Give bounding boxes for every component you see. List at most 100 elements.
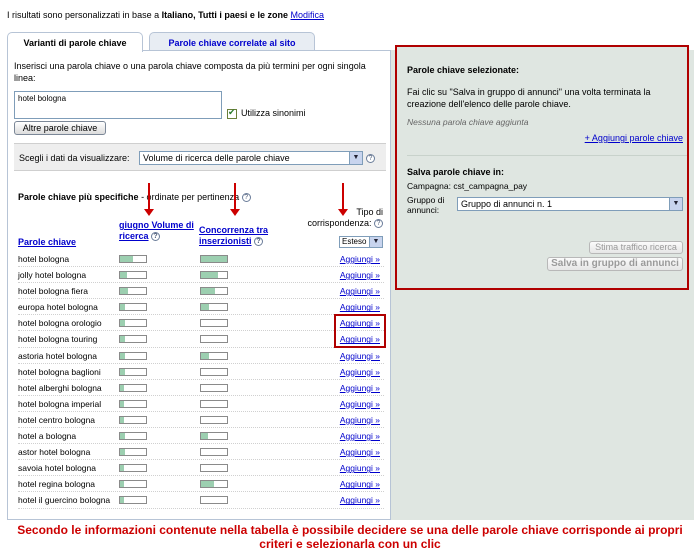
campaign-value: cst_campagna_pay (453, 181, 528, 191)
synonyms-option[interactable]: Utilizza sinonimi (227, 107, 306, 119)
help-icon[interactable]: ? (374, 219, 383, 229)
selected-keywords-title: Parole chiave selezionate: (407, 65, 520, 75)
annotation-arrow-volume (144, 183, 154, 216)
search-volume-bar (119, 319, 147, 328)
add-keyword-link[interactable]: Aggiungi » (340, 286, 380, 296)
competition-fill (201, 288, 216, 295)
add-keyword-link[interactable]: Aggiungi » (340, 479, 380, 489)
add-keyword-link[interactable]: Aggiungi » (340, 367, 380, 377)
add-keyword-link[interactable]: Aggiungi » (340, 383, 380, 393)
more-keywords-button[interactable]: Altre parole chiave (14, 121, 106, 135)
caption: Secondo le informazioni contenute nella … (17, 523, 683, 551)
selected-keywords-panel: Parole chiave selezionate: Fai clic su "… (395, 45, 689, 290)
volume-header: giugno Volume di ricerca ? (119, 220, 209, 242)
personalization-bar: I risultati sono personalizzati in base … (7, 10, 667, 20)
ad-group-select[interactable]: Gruppo di annunci n. 1 ▼ (457, 197, 683, 211)
table-row: hotel regina bologna Aggiungi » (18, 476, 384, 493)
add-keyword-link[interactable]: Aggiungi » (340, 254, 380, 264)
data-view-bar: Scegli i dati da visualizzare: Volume di… (14, 143, 386, 171)
add-keyword-link[interactable]: Aggiungi » (340, 447, 380, 457)
keyword-cell: hotel a bologna (18, 431, 77, 442)
table-row: astor hotel bologna Aggiungi » (18, 444, 384, 461)
competition-bar (200, 287, 228, 296)
match-type-select[interactable]: Esteso ▼ (339, 236, 383, 248)
chevron-down-icon: ▼ (669, 198, 682, 210)
estimate-traffic-button[interactable]: Stima traffico ricerca (589, 241, 683, 254)
save-keywords-title: Salva parole chiave in: (407, 167, 505, 177)
keyword-input[interactable]: hotel bologna (14, 91, 222, 119)
keyword-cell: hotel bologna orologio (18, 318, 102, 329)
table-row: hotel bologna imperial Aggiungi » (18, 396, 384, 412)
table-row: astoria hotel bologna Aggiungi » (18, 348, 384, 364)
competition-bar (200, 303, 228, 312)
add-keyword-link[interactable]: Aggiungi » (340, 399, 380, 409)
results-subheading-sort: - ordinate per pertinenza (138, 192, 240, 202)
synonyms-checkbox[interactable] (227, 107, 237, 119)
help-icon[interactable]: ? (241, 193, 251, 203)
search-volume-fill (120, 256, 133, 262)
competition-bar (200, 464, 228, 473)
competition-fill (201, 352, 209, 359)
search-volume-bar (119, 351, 147, 360)
chevron-down-icon: ▼ (369, 237, 382, 247)
ad-group-value: Gruppo di annunci n. 1 (461, 199, 553, 209)
table-row: hotel alberghi bologna Aggiungi » (18, 380, 384, 396)
tab-keyword-variations[interactable]: Varianti di parole chiave (7, 32, 143, 52)
add-keyword-link[interactable]: Aggiungi » (340, 351, 380, 361)
competition-bar (200, 496, 228, 505)
keyword-cell: hotel bologna touring (18, 334, 98, 345)
tab-site-related-keywords[interactable]: Parole chiave correlate al sito (149, 32, 315, 51)
table-row: savoia hotel bologna Aggiungi » (18, 460, 384, 477)
search-volume-bar (119, 287, 147, 296)
campaign-label: Campagna: (407, 181, 451, 191)
data-view-select[interactable]: Volume di ricerca delle parole chiave ▼ (139, 151, 363, 165)
keyword-tool-panel: Inserisci una parola chiave o una parola… (7, 50, 391, 520)
table-row: hotel centro bologna Aggiungi » (18, 412, 384, 429)
keyword-cell: savoia hotel bologna (18, 463, 96, 474)
keyword-cell: europa hotel bologna (18, 302, 98, 313)
search-volume-fill (120, 336, 126, 343)
competition-header: Concorrenza tra inserzionisti ? (199, 225, 289, 247)
add-keyword-link[interactable]: Aggiungi » (340, 270, 380, 280)
search-volume-bar (119, 464, 147, 473)
results-subheading-title: Parole chiave più specifiche (18, 192, 139, 202)
competition-fill (201, 256, 227, 262)
save-to-ad-group-button[interactable]: Salva in gruppo di annunci (547, 257, 683, 271)
search-volume-bar (119, 415, 147, 424)
keyword-cell: jolly hotel bologna (18, 270, 87, 281)
help-icon[interactable]: ? (254, 237, 264, 247)
selected-keywords-instructions: Fai clic su "Salva in gruppo di annunci"… (407, 87, 651, 109)
add-keyword-link[interactable]: Aggiungi » (340, 495, 380, 505)
add-keyword-link[interactable]: Aggiungi » (340, 431, 380, 441)
search-volume-bar (119, 399, 147, 408)
ad-group-label: Gruppo di annunci: (407, 195, 445, 215)
add-keyword-link[interactable]: Aggiungi » (340, 415, 380, 425)
table-row: hotel il guercino bologna Aggiungi » (18, 492, 384, 509)
competition-bar (200, 399, 228, 408)
competition-bar (200, 335, 228, 344)
no-keywords-text: Nessuna parola chiave aggiunta (407, 117, 529, 127)
modify-link[interactable]: Modifica (290, 10, 324, 20)
add-keyword-link[interactable]: Aggiungi » (340, 463, 380, 473)
personalization-text: I risultati sono personalizzati in base … (7, 10, 162, 20)
competition-bar (200, 367, 228, 376)
annotation-arrow-competition (230, 183, 240, 216)
add-keywords-link[interactable]: + Aggiungi parole chiave (585, 133, 683, 143)
table-row: hotel bologna touring Aggiungi » (18, 331, 384, 348)
keyword-cell: astor hotel bologna (18, 447, 91, 458)
search-volume-fill (120, 433, 126, 440)
competition-fill (201, 433, 208, 440)
help-icon[interactable]: ? (366, 154, 375, 163)
keyword-cell: hotel bologna baglioni (18, 366, 101, 377)
search-volume-fill (120, 320, 126, 327)
add-keyword-link[interactable]: Aggiungi » (340, 302, 380, 312)
search-volume-fill (120, 304, 126, 311)
keyword-sort-link[interactable]: Parole chiave (18, 237, 76, 247)
search-volume-fill (120, 465, 124, 472)
personalization-settings: Italiano, Tutti i paesi e le zone (161, 10, 288, 20)
search-volume-fill (120, 416, 124, 423)
competition-fill (201, 481, 214, 488)
help-icon[interactable]: ? (151, 232, 161, 242)
search-volume-bar (119, 496, 147, 505)
data-view-label: Scegli i dati da visualizzare: (19, 153, 130, 163)
